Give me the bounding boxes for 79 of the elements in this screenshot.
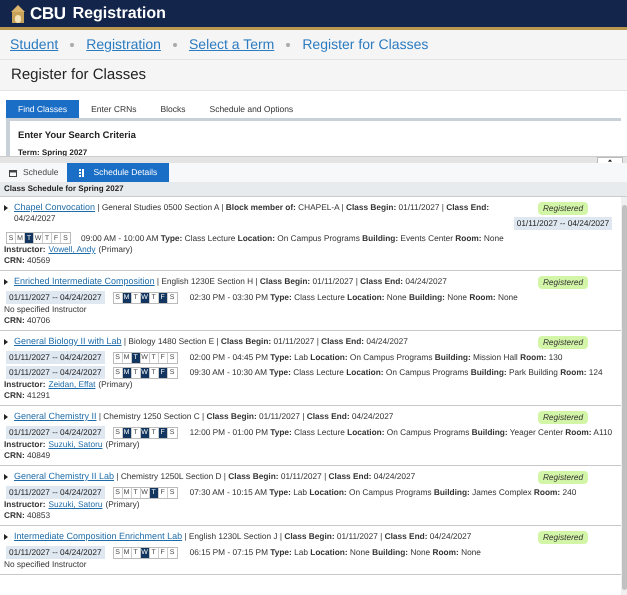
- bullet-icon: [172, 42, 177, 46]
- course-heading: Intermediate Composition Enrichment Lab | English 1230L Section J | Class Begin: 01/11/2027 | Class End: 04/24/2027: [14, 531, 472, 542]
- status-badge: Registered: [538, 202, 588, 215]
- instructor-note: No specified Instructor: [4, 559, 88, 570]
- instructor-link[interactable]: Suzuki, Satoru: [48, 499, 102, 510]
- instructor-link[interactable]: Zeidan, Effat: [48, 379, 96, 390]
- breadcrumb-link[interactable]: Student: [10, 34, 58, 55]
- meeting-details: 02:00 PM - 04:45 PM Type: Lab Location: On Campus Programs Building: Mission Hall Room: 130: [190, 352, 563, 363]
- meeting-details: 07:30 AM - 10:15 AM Type: Lab Location: On Campus Programs Building: James Complex Room: 240: [190, 487, 576, 498]
- app-title: Registration: [72, 4, 166, 24]
- tab[interactable]: Enter CRNs: [79, 100, 148, 118]
- breadcrumb-link[interactable]: Registration: [86, 34, 161, 55]
- date-range: 01/11/2027 -- 04/24/2027: [6, 426, 105, 439]
- course-heading: General Chemistry II | Chemistry 1250 Section C | Class Begin: 01/11/2027 | Class End: 04/24/2027: [14, 411, 394, 422]
- date-range: 01/11/2027 -- 04/24/2027: [6, 546, 105, 559]
- course-title-link[interactable]: General Chemistry II Lab: [14, 471, 114, 481]
- expand-arrow-icon[interactable]: [4, 534, 8, 540]
- crn-text: CRN: 40849: [4, 450, 52, 461]
- status-badge: Registered: [538, 471, 588, 484]
- view-tab[interactable]: Schedule: [0, 163, 68, 182]
- instructor-label: Instructor:: [4, 499, 46, 510]
- course-heading: Chapel Convocation | General Studies 0500 Section A | Block member of: CHAPEL-A | Class Begin: 01/11/2027 | Class End: 04/24/2027: [14, 202, 490, 224]
- course-heading: Enriched Intermediate Composition | English 1230E Section H | Class Begin: 01/11/2027 | Class End: 04/24/2027: [14, 276, 447, 287]
- meeting-details: 09:30 AM - 10:30 AM Type: Class Lecture Location: On Campus Programs Building: Park Building Room: 124: [190, 367, 603, 378]
- status-badge: Registered: [538, 336, 588, 349]
- bullet-icon: [70, 42, 74, 46]
- instructor-label: Instructor:: [4, 439, 46, 450]
- tab[interactable]: Schedule and Options: [198, 100, 306, 118]
- crn-text: CRN: 40853: [4, 510, 52, 521]
- search-heading: Enter Your Search Criteria: [18, 129, 137, 143]
- current-page-label: Register for Classes: [302, 35, 428, 54]
- status-badge: Registered: [538, 411, 588, 424]
- expand-arrow-icon[interactable]: [4, 279, 8, 285]
- instructor-role: (Primary): [105, 499, 140, 510]
- date-range: 01/11/2027 -- 04/24/2027: [6, 351, 105, 364]
- course-heading: General Biology II with Lab | Biology 1480 Section E | Class Begin: 01/11/2027 | Class End: 04/24/2027: [14, 336, 408, 347]
- instructor-label: Instructor:: [4, 379, 46, 390]
- crn-text: CRN: 40569: [4, 255, 52, 266]
- instructor-link[interactable]: Suzuki, Satoru: [48, 439, 102, 450]
- calendar-icon: [9, 168, 17, 176]
- instructor-note: No specified Instructor: [4, 304, 88, 315]
- instructor-role: (Primary): [98, 379, 133, 390]
- status-badge: Registered: [538, 531, 588, 544]
- breadcrumb-link[interactable]: Select a Term: [188, 34, 274, 55]
- expand-arrow-icon[interactable]: [4, 205, 8, 211]
- bullet-icon: [286, 42, 290, 46]
- course-title-link[interactable]: Enriched Intermediate Composition: [14, 276, 155, 286]
- expand-arrow-icon[interactable]: [4, 414, 8, 420]
- instructor-role: (Primary): [98, 244, 133, 255]
- course-title-link[interactable]: General Biology II with Lab: [14, 336, 122, 346]
- date-range: 01/11/2027 -- 04/24/2027: [6, 291, 105, 304]
- tab[interactable]: Find Classes: [6, 100, 80, 118]
- instructor-role: (Primary): [105, 439, 140, 450]
- meeting-details: 02:30 PM - 03:30 PM Type: Class Lecture Location: None Building: None Room: None: [190, 292, 518, 303]
- view-tab[interactable]: Schedule Details: [67, 163, 170, 182]
- crn-text: CRN: 40706: [4, 315, 52, 326]
- meeting-details: 09:00 AM - 10:00 AM Type: Class Lecture Location: On Campus Programs Building: Events Center Room: None: [81, 232, 504, 244]
- meeting-details: 06:15 PM - 07:15 PM Type: Lab Location: None Building: None Room: None: [190, 547, 481, 558]
- course-title-link[interactable]: Chapel Convocation: [14, 202, 96, 212]
- course-title-link[interactable]: Intermediate Composition Enrichment Lab: [14, 531, 182, 541]
- date-range: 01/11/2027 -- 04/24/2027: [6, 366, 105, 379]
- meeting-details: 12:00 PM - 01:00 PM Type: Class Lecture Location: On Campus Programs Building: Yeager Center Room: A110: [190, 427, 612, 438]
- course-heading: General Chemistry II Lab | Chemistry 1250L Section D | Class Begin: 01/11/2027 | Class End: 04/24/2027: [14, 471, 416, 482]
- page-title: Register for Classes: [11, 64, 146, 85]
- scrollbar[interactable]: [621, 197, 627, 595]
- instructor-link[interactable]: Vowell, Andy: [48, 244, 96, 255]
- instructor-label: Instructor:: [4, 244, 46, 255]
- date-range: 01/11/2027 -- 04/24/2027: [6, 486, 105, 499]
- tab[interactable]: Blocks: [148, 100, 198, 118]
- expand-arrow-icon[interactable]: [4, 339, 8, 345]
- course-title-link[interactable]: General Chemistry II: [14, 411, 97, 421]
- expand-arrow-icon[interactable]: [4, 474, 8, 480]
- brand-logo: CBU: [30, 2, 66, 25]
- term-label: Term: Spring 2027: [18, 147, 88, 160]
- status-badge: Registered: [538, 276, 588, 289]
- schedule-heading: Class Schedule for Spring 2027: [0, 182, 627, 196]
- building-logo-icon: [10, 4, 26, 24]
- date-range: 01/11/2027 -- 04/24/2027: [514, 217, 612, 230]
- crn-text: CRN: 41291: [4, 390, 52, 401]
